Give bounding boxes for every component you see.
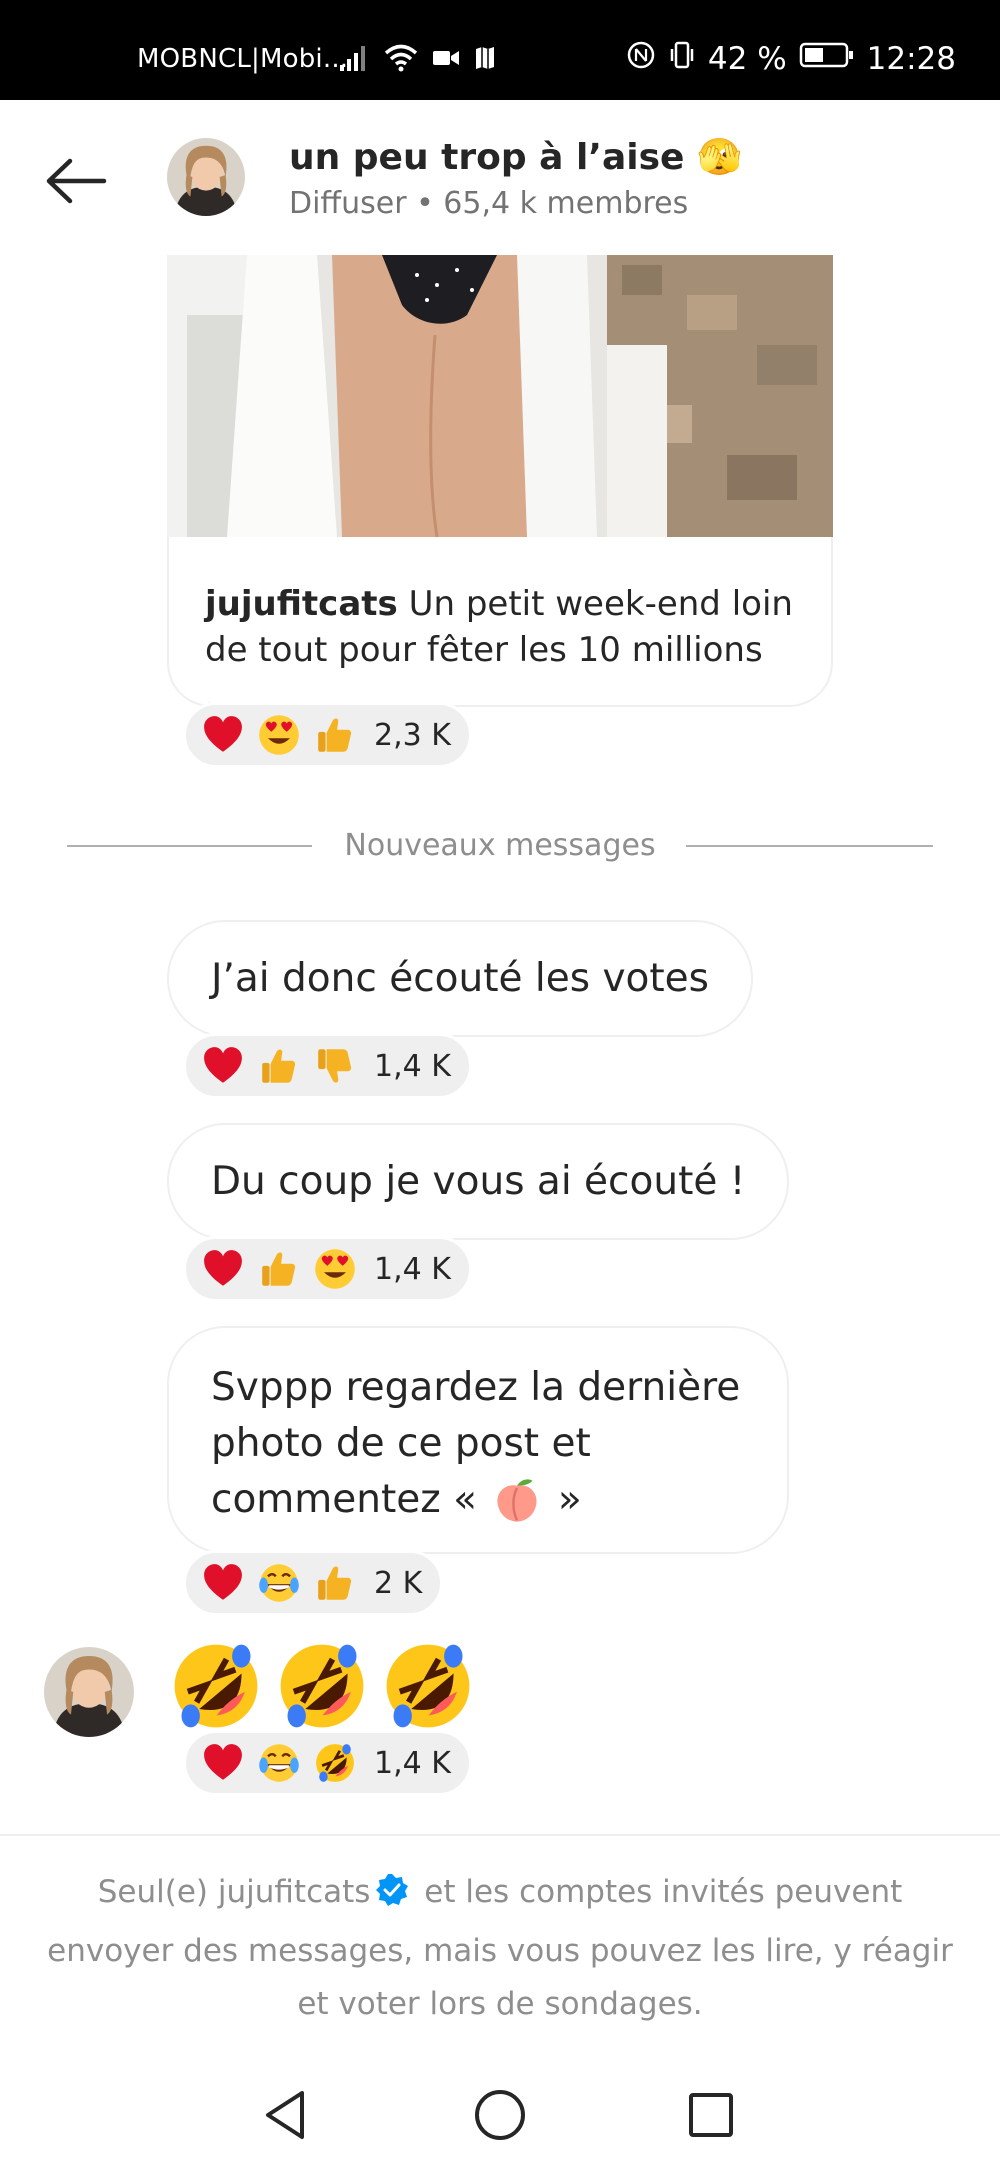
emoji-message[interactable] bbox=[170, 1640, 474, 1736]
wifi-icon bbox=[384, 44, 418, 76]
post-reactions[interactable]: 2,3 K bbox=[183, 702, 472, 768]
message-reactions[interactable]: 1,4 K bbox=[183, 1033, 472, 1099]
carrier-name: MOBNCL|Mobi... bbox=[137, 44, 349, 74]
verified-badge-icon bbox=[374, 1872, 410, 1925]
heart-icon bbox=[200, 712, 246, 758]
tears-of-joy-icon bbox=[256, 1740, 302, 1786]
chat-header: un peu trop à l’aise 🫣 Diffuser • 65,4 k… bbox=[0, 100, 1000, 255]
triangle-back-icon bbox=[266, 2091, 304, 2139]
video-icon bbox=[432, 47, 460, 73]
rolling-laughing-icon bbox=[276, 1640, 368, 1736]
thumbs-up-icon bbox=[312, 1560, 358, 1606]
message-reactions[interactable]: 1,4 K bbox=[183, 1730, 472, 1796]
message-text-prefix: commentez « bbox=[211, 1477, 490, 1522]
thumbs-up-icon bbox=[256, 1043, 302, 1089]
channel-avatar[interactable] bbox=[167, 138, 245, 216]
post-username[interactable]: jujufitcats bbox=[205, 584, 398, 624]
message-text-line: photo de ce post et bbox=[211, 1421, 591, 1466]
rolling-laughing-icon bbox=[312, 1740, 358, 1786]
message-bubble[interactable]: Svppp regardez la dernière photo de ce p… bbox=[167, 1326, 789, 1554]
message-text: Du coup je vous ai écouté ! bbox=[211, 1158, 746, 1204]
channel-subtitle: Diffuser • 65,4 k membres bbox=[289, 186, 689, 221]
status-bar: MOBNCL|Mobi... 42 % 12:28 bbox=[0, 0, 1000, 100]
reaction-count: 2 K bbox=[374, 1565, 423, 1601]
message-text: J’ai donc écouté les votes bbox=[211, 955, 709, 1001]
footer-divider bbox=[0, 1834, 1000, 1836]
heart-icon bbox=[200, 1043, 246, 1089]
circle-home-icon bbox=[475, 2090, 525, 2140]
battery-percent: 42 % bbox=[707, 41, 787, 77]
reaction-count: 1,4 K bbox=[374, 1745, 451, 1781]
heart-icon bbox=[200, 1560, 246, 1606]
battery-icon bbox=[799, 41, 855, 77]
tears-of-joy-icon bbox=[256, 1560, 302, 1606]
message-reactions[interactable]: 2 K bbox=[183, 1550, 444, 1616]
nav-home-button[interactable] bbox=[465, 2080, 535, 2150]
arrow-left-icon bbox=[46, 158, 107, 204]
post-image[interactable] bbox=[167, 255, 833, 537]
message-reactions[interactable]: 1,4 K bbox=[183, 1236, 472, 1302]
divider-line-right bbox=[686, 845, 933, 847]
peach-icon bbox=[493, 1476, 541, 1524]
clock: 12:28 bbox=[866, 41, 956, 77]
navigation-bar bbox=[0, 2060, 1000, 2167]
heart-eyes-icon bbox=[256, 712, 302, 758]
message-bubble[interactable]: J’ai donc écouté les votes bbox=[167, 920, 753, 1037]
status-right: 42 % 12:28 bbox=[626, 40, 956, 78]
rolling-laughing-icon bbox=[382, 1640, 474, 1736]
signal-icon bbox=[338, 43, 370, 77]
map-icon bbox=[474, 45, 496, 75]
thumbs-up-icon bbox=[256, 1246, 302, 1292]
broadcast-notice: Seul(e) jujufitcats et les comptes invit… bbox=[40, 1866, 960, 2031]
thumbs-up-icon bbox=[312, 712, 358, 758]
heart-icon bbox=[200, 1246, 246, 1292]
nav-back-button[interactable] bbox=[250, 2080, 320, 2150]
nav-recents-button[interactable] bbox=[676, 2080, 746, 2150]
message-text-line: Svppp regardez la dernière bbox=[211, 1365, 741, 1410]
reaction-count: 2,3 K bbox=[374, 717, 451, 753]
heart-eyes-icon bbox=[312, 1246, 358, 1292]
message-text-suffix: » bbox=[545, 1477, 582, 1522]
channel-title[interactable]: un peu trop à l’aise 🫣 bbox=[289, 136, 742, 178]
notice-text-start: Seul(e) jujufitcats bbox=[97, 1874, 371, 1910]
reaction-count: 1,4 K bbox=[374, 1251, 451, 1287]
status-icons bbox=[338, 40, 496, 80]
post-caption[interactable]: jujufitcats Un petit week-end loin de to… bbox=[167, 537, 833, 716]
thumbs-down-icon bbox=[312, 1043, 358, 1089]
sender-avatar[interactable] bbox=[44, 1647, 134, 1737]
message-text-line: commentez « » bbox=[211, 1472, 582, 1528]
heart-icon bbox=[200, 1740, 246, 1786]
vibrate-icon bbox=[668, 40, 696, 78]
reaction-count: 1,4 K bbox=[374, 1048, 451, 1084]
rolling-laughing-icon bbox=[170, 1640, 262, 1736]
nfc-icon bbox=[626, 40, 656, 78]
square-recents-icon bbox=[689, 2093, 733, 2137]
back-button[interactable] bbox=[40, 145, 112, 217]
message-bubble[interactable]: Du coup je vous ai écouté ! bbox=[167, 1123, 790, 1240]
